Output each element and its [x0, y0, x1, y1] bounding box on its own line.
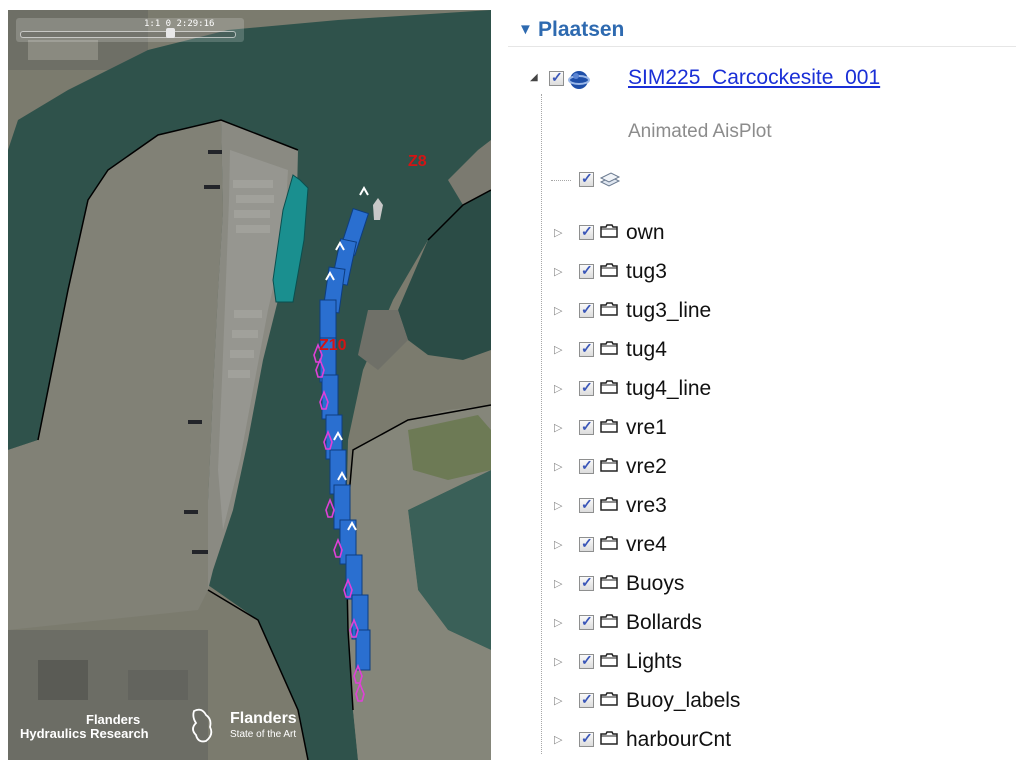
folder-icon	[600, 497, 618, 511]
folder-label: Buoy_labels	[626, 689, 741, 712]
folder-icon	[600, 653, 618, 667]
folder-row[interactable]: ▷ ✓ Buoys	[508, 571, 1016, 601]
places-header[interactable]: ▼ Plaatsen	[508, 10, 1016, 47]
folder-icon	[600, 263, 618, 277]
expand-arrow-icon[interactable]: ▷	[554, 459, 564, 475]
folder-checkbox[interactable]: ✓	[579, 730, 594, 747]
expand-arrow-icon[interactable]: ▷	[554, 303, 564, 319]
folder-row[interactable]: ▷ ✓ tug3_line	[508, 298, 1016, 328]
folder-row[interactable]: ▷ ✓ vre1	[508, 415, 1016, 445]
folder-checkbox[interactable]: ✓	[579, 379, 594, 396]
expand-arrow-icon[interactable]: ▷	[554, 420, 564, 436]
folder-label: Bollards	[626, 611, 702, 634]
folder-checkbox[interactable]: ✓	[579, 262, 594, 279]
folder-checkbox[interactable]: ✓	[579, 574, 594, 591]
folder-checkbox[interactable]: ✓	[579, 457, 594, 474]
folder-checkbox[interactable]: ✓	[579, 535, 594, 552]
folder-label: vre2	[626, 455, 667, 478]
folder-icon	[600, 731, 618, 745]
places-title: Plaatsen	[538, 18, 625, 41]
flanders-logo-tagline: State of the Art	[230, 729, 297, 740]
folder-checkbox[interactable]: ✓	[579, 691, 594, 708]
flanders-lion-icon	[188, 707, 218, 745]
expand-arrow-icon[interactable]: ▷	[554, 498, 564, 514]
collapse-triangle-icon[interactable]: ▼	[518, 21, 533, 38]
folder-checkbox[interactable]: ✓	[579, 496, 594, 513]
folder-icon	[600, 380, 618, 394]
folder-row[interactable]: ▷ ✓ Bollards	[508, 610, 1016, 640]
flanders-logo-title: Flanders	[230, 710, 297, 727]
folder-row[interactable]: ▷ ✓ vre4	[508, 532, 1016, 562]
folder-icon	[600, 302, 618, 316]
document-description: Animated AisPlot	[628, 121, 772, 142]
expand-arrow-icon[interactable]: ▷	[554, 342, 564, 358]
expand-arrow-icon[interactable]: ▷	[554, 537, 564, 553]
zone-label-z8: Z8	[408, 153, 427, 170]
folder-label: vre4	[626, 533, 667, 556]
folder-icon	[600, 419, 618, 433]
folder-icon	[600, 341, 618, 355]
folder-row[interactable]: ▷ ✓ own	[508, 220, 1016, 250]
folder-row[interactable]: ▷ ✓ Lights	[508, 649, 1016, 679]
expand-arrow-icon[interactable]: ▷	[554, 576, 564, 592]
folder-label: own	[626, 221, 665, 244]
document-link[interactable]: SIM225_Carcockesite_001	[628, 66, 880, 90]
time-slider-label: 1:1 0 2:29:16	[144, 19, 215, 29]
folder-icon	[600, 224, 618, 238]
folder-label: Lights	[626, 650, 683, 673]
folder-checkbox[interactable]: ✓	[579, 652, 594, 669]
folder-icon	[600, 536, 618, 550]
expand-arrow-icon[interactable]: ▷	[554, 732, 564, 748]
folder-label: tug4_line	[626, 377, 712, 400]
overlay-checkbox[interactable]: ✓	[579, 170, 594, 187]
folder-checkbox[interactable]: ✓	[579, 613, 594, 630]
folder-icon	[600, 458, 618, 472]
folder-row[interactable]: ▷ ✓ vre2	[508, 454, 1016, 484]
folder-checkbox[interactable]: ✓	[579, 301, 594, 318]
folder-icon	[600, 692, 618, 706]
folder-label: tug4	[626, 338, 667, 361]
folder-label: vre1	[626, 416, 667, 439]
folder-label: tug3_line	[626, 299, 712, 322]
folder-checkbox[interactable]: ✓	[579, 223, 594, 240]
folder-row[interactable]: ▷ ✓ tug3	[508, 259, 1016, 289]
overlay-row[interactable]: ✓	[508, 170, 1016, 202]
zone-label-z10: Z10	[319, 337, 347, 354]
tree-connector	[551, 180, 571, 181]
fhr-logo-line2: Hydraulics Research	[20, 726, 149, 741]
time-slider-track[interactable]	[20, 31, 236, 38]
folder-row[interactable]: ▷ ✓ Buoy_labels	[508, 688, 1016, 718]
expand-arrow-icon[interactable]: ▷	[554, 381, 564, 397]
layers-icon	[599, 170, 621, 195]
document-checkbox[interactable]: ✓	[549, 69, 564, 86]
folder-label: Buoys	[626, 572, 685, 595]
folder-icon	[600, 614, 618, 628]
folder-label: harbourCnt	[626, 728, 732, 751]
expand-arrow-icon[interactable]: ▷	[554, 225, 564, 241]
map-view[interactable]: 1:1 0 2:29:16 Z8 Z10 Flanders Hydraulics…	[8, 10, 491, 760]
folder-checkbox[interactable]: ✓	[579, 418, 594, 435]
folder-row[interactable]: ▷ ✓ vre3	[508, 493, 1016, 523]
places-panel: ▼ Plaatsen ◢ ✓ SIM225_Carcockesite_001 A…	[508, 10, 1016, 761]
globe-icon	[568, 69, 590, 96]
folder-label: vre3	[626, 494, 667, 517]
expand-arrow-icon[interactable]: ▷	[554, 654, 564, 670]
satellite-image	[8, 10, 491, 760]
expand-arrow-icon[interactable]: ▷	[554, 615, 564, 631]
folder-checkbox[interactable]: ✓	[579, 340, 594, 357]
expand-triangle-icon[interactable]: ◢	[530, 72, 538, 83]
expand-arrow-icon[interactable]: ▷	[554, 264, 564, 280]
fhr-logo-line1: Flanders	[86, 712, 141, 727]
expand-arrow-icon[interactable]: ▷	[554, 693, 564, 709]
folder-label: tug3	[626, 260, 667, 283]
folder-row[interactable]: ▷ ✓ tug4_line	[508, 376, 1016, 406]
folder-icon	[600, 575, 618, 589]
folder-row[interactable]: ▷ ✓ harbourCnt	[508, 727, 1016, 757]
folder-row[interactable]: ▷ ✓ tug4	[508, 337, 1016, 367]
time-slider-knob[interactable]	[166, 28, 175, 38]
time-slider[interactable]: 1:1 0 2:29:16	[16, 18, 244, 42]
